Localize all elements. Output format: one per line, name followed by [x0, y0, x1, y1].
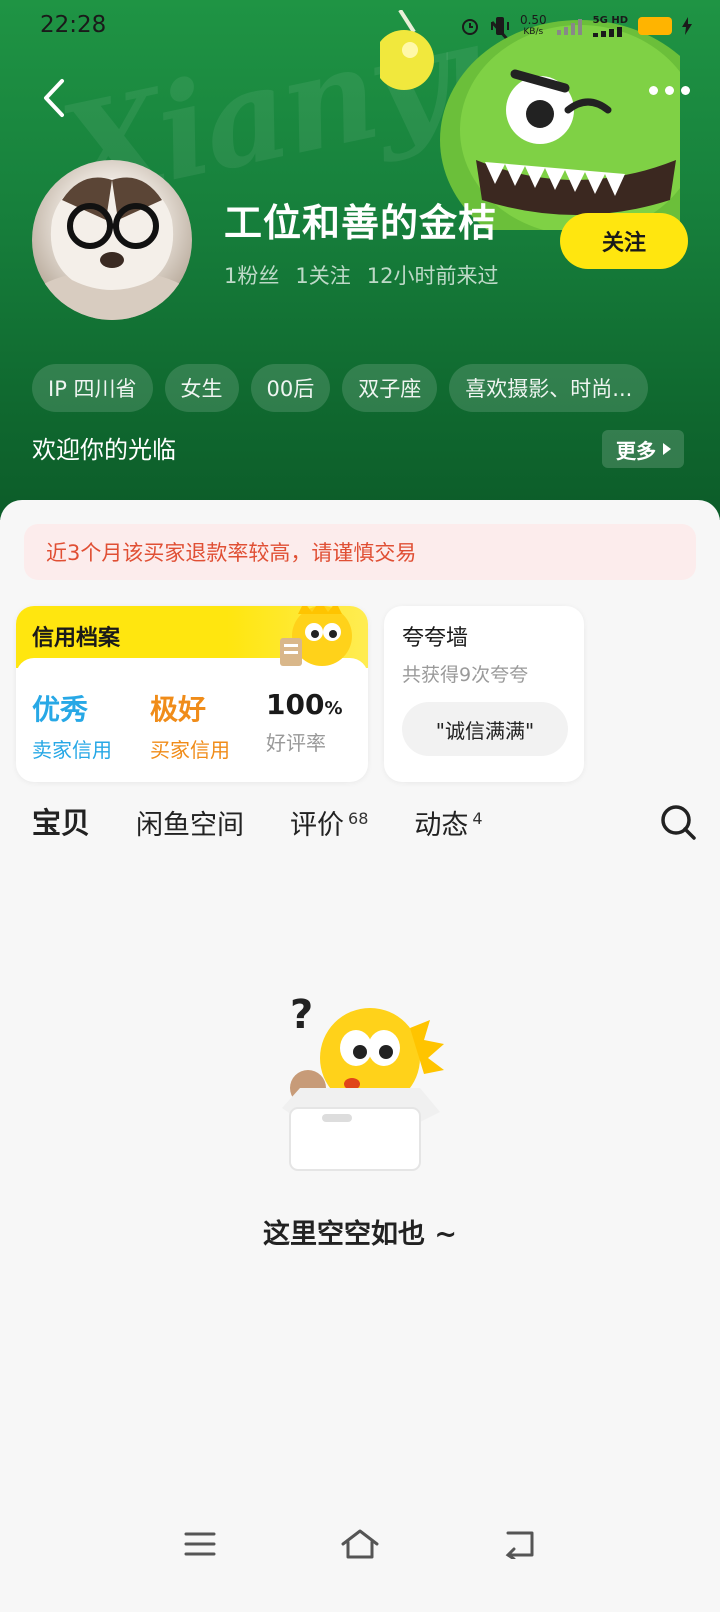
more-dots-icon [649, 86, 658, 95]
buyer-credit: 极好 买家信用 [150, 693, 230, 762]
avatar[interactable] [32, 160, 192, 320]
tag-ip-location: IP 四川省 [32, 364, 153, 412]
return-icon [505, 1531, 534, 1559]
chevron-left-icon [44, 79, 64, 117]
nav-menu-button[interactable] [170, 1522, 230, 1566]
more-profile-button[interactable]: 更多 [602, 430, 684, 468]
wifi-signal-icon [556, 19, 582, 35]
tag-gender: 女生 [164, 364, 239, 412]
following-count[interactable]: 1关注 [295, 260, 350, 290]
status-time: 22:28 [40, 12, 107, 38]
updates-count: 4 [472, 809, 483, 828]
welcome-text: 欢迎你的光临 [32, 436, 176, 464]
tab-items[interactable]: 宝贝 [30, 800, 98, 842]
tag-zodiac: 双子座 [342, 364, 438, 412]
avatar-dog-image [32, 177, 192, 320]
mascot-clipboard-icon [280, 606, 352, 666]
system-nav-bar [0, 1500, 720, 1612]
menu-icon [184, 1532, 216, 1556]
empty-state-illustration: ? [282, 992, 444, 1171]
net-speed: 0.50 KB/s [519, 13, 547, 37]
cell-signal: 5G HD [592, 15, 628, 37]
profile-header: Xianyu 22:28 0.50 KB/s 5G HD 工位和善的金桔 1粉丝… [0, 0, 720, 520]
user-stats: 1粉丝 1关注 12小时前来过 [224, 260, 498, 290]
tag-interests[interactable]: 喜欢摄影、时尚... [449, 364, 649, 412]
nav-back-button[interactable] [490, 1522, 550, 1566]
follow-button[interactable]: 关注 [560, 213, 688, 269]
reviews-count: 68 [348, 809, 369, 828]
positive-rate-suffix: % [324, 698, 343, 719]
status-icons: 0.50 KB/s 5G HD [460, 14, 692, 38]
profile-content: 近3个月该买家退款率较高，请谨慎交易 信用档案 优秀 卖家信用 极好 买家信用 … [0, 500, 720, 1612]
positive-rate-value: 100 [266, 688, 325, 721]
tab-xianyu-space[interactable]: 闲鱼空间 [136, 803, 244, 842]
triangle-right-icon [663, 443, 671, 455]
nav-home-button[interactable] [330, 1522, 390, 1566]
vibrate-icon [490, 17, 509, 35]
profile-tabs: 宝贝 闲鱼空间 评价 68 动态 4 [30, 800, 529, 842]
username: 工位和善的金桔 [224, 201, 498, 245]
praise-wall-title: 夸夸墙 [402, 626, 469, 651]
search-icon[interactable] [658, 802, 698, 842]
alarm-icon [461, 19, 478, 35]
praise-chip: "诚信满满" [402, 702, 568, 756]
charging-icon [682, 17, 692, 35]
profile-tags: IP 四川省 女生 00后 双子座 喜欢摄影、时尚... [32, 364, 649, 412]
praise-count: 共获得9次夸夸 [402, 664, 529, 686]
tag-generation: 00后 [250, 364, 331, 412]
seller-credit: 优秀 卖家信用 [32, 693, 112, 762]
more-options-button[interactable] [649, 86, 690, 95]
followers-count[interactable]: 1粉丝 [224, 260, 279, 290]
more-profile-label: 更多 [616, 438, 656, 463]
signal-bars-icon [592, 27, 622, 37]
tab-updates[interactable]: 动态 4 [414, 803, 482, 842]
credit-card-title: 信用档案 [32, 626, 121, 651]
positive-rate: 100% 好评率 [266, 688, 343, 755]
battery-icon [638, 17, 672, 35]
praise-wall-card[interactable]: 夸夸墙 共获得9次夸夸 "诚信满满" [384, 606, 584, 782]
back-button[interactable] [36, 74, 72, 122]
tab-reviews[interactable]: 评价 68 [290, 803, 368, 842]
last-active: 12小时前来过 [366, 264, 499, 288]
home-icon [341, 1529, 379, 1559]
credit-profile-card[interactable]: 信用档案 优秀 卖家信用 极好 买家信用 100% 好评率 [16, 606, 368, 782]
status-bar: 22:28 0.50 KB/s 5G HD [0, 0, 720, 56]
refund-warning-banner: 近3个月该买家退款率较高，请谨慎交易 [24, 524, 696, 580]
svg-text:?: ? [290, 992, 313, 1038]
empty-state-text: 这里空空如也 ~ [262, 1219, 458, 1250]
